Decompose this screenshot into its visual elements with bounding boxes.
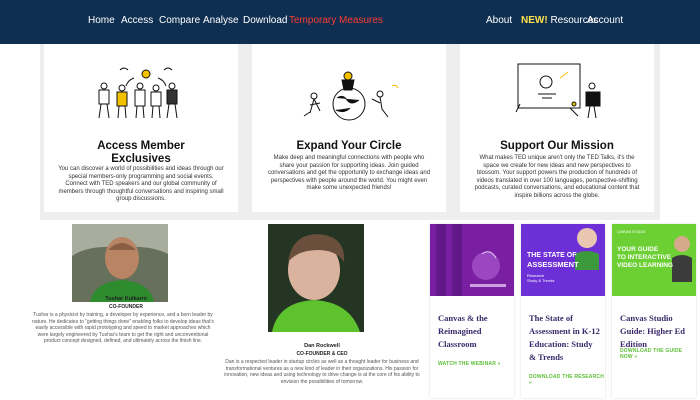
- resource-title: Canvas Studio Guide: Higher Ed Edition: [620, 313, 686, 349]
- resource-thumbnail: CANVAS STUDIO YOUR GUIDE TO INTERACTIVE …: [612, 224, 696, 296]
- resource-card-canvas-studio-guide[interactable]: CANVAS STUDIO YOUR GUIDE TO INTERACTIVE …: [612, 224, 696, 398]
- resource-thumbnail: [430, 224, 514, 296]
- team-member-bio: Tushar is a physicist by training, a dev…: [32, 312, 214, 345]
- card-body: What makes TED unique aren't only the TE…: [474, 155, 640, 199]
- thumb-heading-2: TO INTERACTIVE: [617, 254, 672, 261]
- team-member-tushar: Tushar Kulkarni CO-FOUNDER Tushar is a p…: [32, 222, 214, 398]
- top-navigation-bar: Home Access Compare Analyse Download Tem…: [0, 0, 700, 44]
- team-member-bio: Dan is a respected leader in startup cir…: [224, 359, 420, 385]
- card-title-line-1: Access Member: [97, 140, 185, 152]
- team-member-role: CO-FOUNDER: [109, 304, 143, 310]
- thumb-badge: CANVAS STUDIO: [617, 230, 646, 234]
- thumb-heading-1: YOUR GUIDE: [617, 246, 659, 253]
- globe-people-illustration-icon: [303, 71, 399, 121]
- resource-title: The State of Assessment in K-12 Educatio…: [529, 313, 600, 362]
- nav-analyse[interactable]: Analyse: [203, 15, 239, 26]
- nav-account[interactable]: Account: [587, 15, 623, 26]
- card-body: You can discover a world of possibilitie…: [58, 166, 224, 203]
- nav-access[interactable]: Access: [121, 15, 153, 26]
- card-title-line-2: Exclusives: [111, 153, 171, 165]
- download-guide-link[interactable]: DOWNLOAD THE GUIDE NOW »: [620, 348, 696, 360]
- people-group-illustration-icon: [98, 67, 178, 119]
- resource-card-canvas-classroom[interactable]: Canvas & the Reimagined Classroom WATCH …: [430, 224, 514, 398]
- team-member-dan: Dan Rockwell CO-FOUNDER & CEO Dan is a r…: [222, 222, 422, 398]
- thumb-sub-2: Study & Trends: [527, 278, 555, 283]
- download-research-link[interactable]: DOWNLOAD THE RESEARCH »: [529, 374, 605, 386]
- thumb-heading-1: THE STATE OF: [527, 252, 577, 259]
- card-expand-your-circle: Expand Your Circle Make deep and meaning…: [252, 44, 446, 212]
- thumb-heading-2: ASSESSMENT: [527, 260, 579, 269]
- team-member-photo-avatar: [268, 224, 364, 332]
- team-member-role: CO-FOUNDER & CEO: [296, 351, 348, 357]
- card-support-our-mission: Support Our Mission What makes TED uniqu…: [460, 44, 654, 212]
- nav-home[interactable]: Home: [88, 15, 115, 26]
- nav-download[interactable]: Download: [243, 15, 287, 26]
- nav-compare[interactable]: Compare: [159, 15, 200, 26]
- card-title: Expand Your Circle: [296, 140, 402, 152]
- team-member-name: Dan Rockwell: [304, 343, 340, 349]
- watch-webinar-link[interactable]: WATCH THE WEBINAR »: [438, 361, 501, 367]
- resource-thumbnail: THE STATE OF ASSESSMENT Research Study &…: [521, 224, 605, 296]
- team-member-photo-avatar: [72, 224, 168, 302]
- card-access-member-exclusives: Access Member Exclusives You can discove…: [44, 44, 238, 212]
- card-title: Support Our Mission: [500, 140, 614, 152]
- nav-temporary-measures[interactable]: Temporary Measures: [289, 15, 383, 26]
- nav-about[interactable]: About: [486, 15, 512, 26]
- new-badge: NEW!: [521, 15, 548, 26]
- team-member-name: Tushar Kulkarni: [105, 296, 147, 302]
- thumb-heading-3: VIDEO LEARNING: [617, 262, 673, 269]
- presentation-screen-illustration-icon: [515, 63, 601, 119]
- resource-title: Canvas & the Reimagined Classroom: [438, 313, 488, 349]
- card-body: Make deep and meaningful connections wit…: [267, 155, 431, 192]
- resource-card-state-of-assessment[interactable]: THE STATE OF ASSESSMENT Research Study &…: [521, 224, 605, 398]
